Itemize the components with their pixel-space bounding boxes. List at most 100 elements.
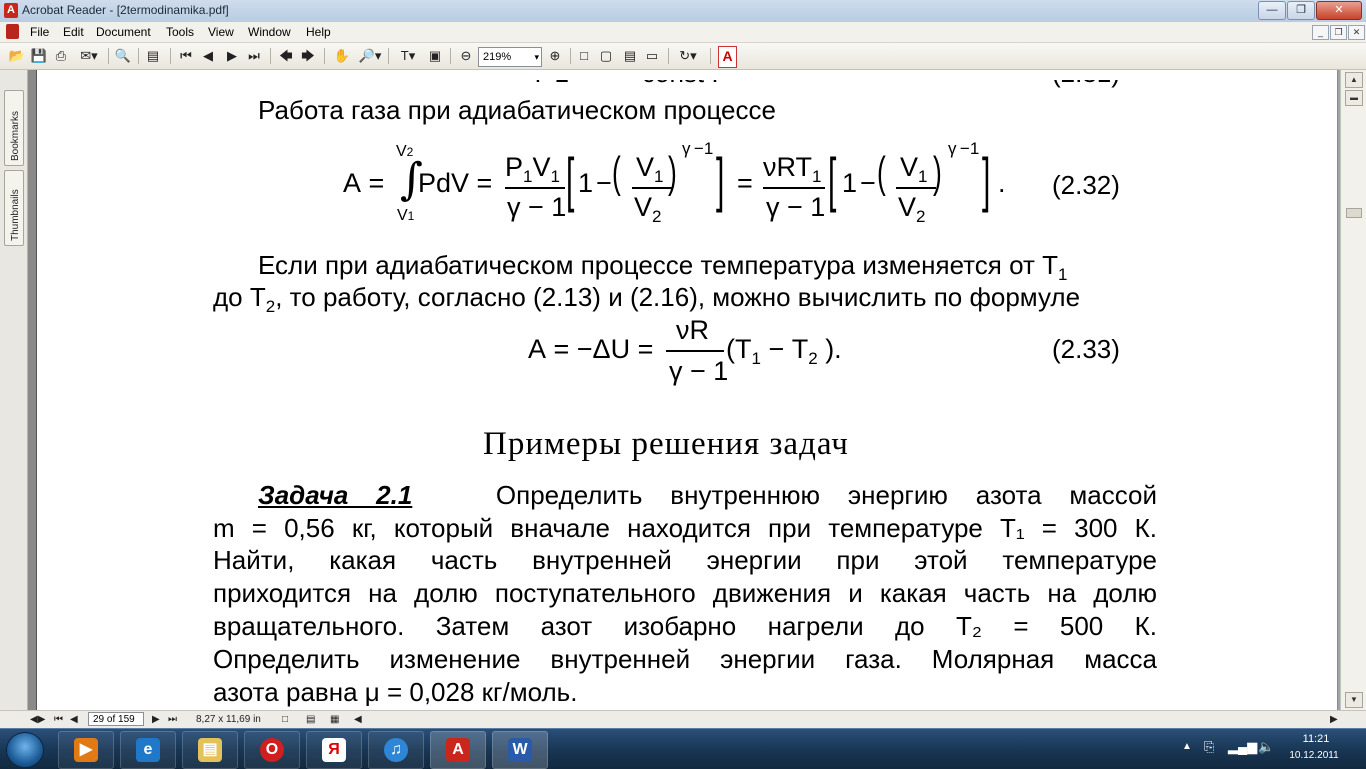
zoom-in-icon[interactable]: ⊕ — [546, 47, 564, 65]
taskbar-opera[interactable]: O — [244, 731, 300, 769]
page-number-field[interactable]: 29 of 159 — [88, 712, 144, 726]
zoom-value: 219% — [483, 51, 512, 63]
fit-page-icon[interactable]: ▢ — [598, 47, 614, 65]
open-icon[interactable]: 📂 — [8, 47, 26, 65]
navigation-pane-icon[interactable]: ▤ — [144, 47, 162, 65]
task-line: вращательного. Затем азот изобарно нагре… — [213, 611, 1157, 641]
rotate-view-icon[interactable]: ↻▾ — [674, 47, 702, 65]
volume-icon[interactable]: 🔈 — [1258, 739, 1274, 755]
zoom-out-icon[interactable]: ⊖ — [458, 47, 474, 65]
equation-number-233: (2.33) — [1052, 334, 1120, 364]
word-icon: W — [508, 738, 532, 762]
vertical-scrollbar[interactable]: ▲ ▬ ▼ — [1340, 70, 1366, 710]
text-select-icon[interactable]: T▾ — [394, 47, 422, 65]
task-line: m = 0,56 кг, который вначале находится п… — [213, 513, 1157, 543]
ie-icon: e — [136, 738, 160, 762]
previous-page-icon[interactable]: ◀ — [200, 47, 216, 65]
system-tray: ▲ ⎘ ▂▄▆ 🔈 — [1168, 729, 1366, 769]
taskbar-acrobat[interactable]: A — [430, 731, 486, 769]
menu-window[interactable]: Window — [248, 25, 291, 39]
show-hidden-icons[interactable]: ▲ — [1182, 741, 1192, 752]
zoom-tool-icon[interactable]: 🔎▾ — [356, 47, 384, 65]
menu-tools[interactable]: Tools — [166, 25, 194, 39]
paragraph-text: , то работу, согласно (2.13) и (2.16), м… — [275, 282, 1081, 312]
back-icon[interactable]: 🡄 — [278, 47, 294, 65]
scroll-up-button[interactable]: ▲ — [1345, 72, 1363, 88]
itunes-icon: ♫ — [384, 738, 408, 762]
taskbar-ie[interactable]: e — [120, 731, 176, 769]
network-icon[interactable]: ▂▄▆ — [1228, 739, 1257, 755]
safely-remove-icon[interactable]: ⎘ — [1204, 739, 1214, 755]
next-page-icon[interactable]: ▶ — [224, 47, 240, 65]
taskbar-itunes[interactable]: ♫ — [368, 731, 424, 769]
paragraph-line: Если при адиабатическом процессе темпера… — [258, 250, 1067, 285]
doc-restore-button[interactable]: ❐ — [1330, 25, 1347, 40]
next-page-button[interactable]: ▶ — [152, 713, 160, 727]
acrobat-app-icon[interactable]: A — [4, 3, 18, 18]
taskbar-yandex[interactable]: Я — [306, 731, 362, 769]
clock-date[interactable]: 10.12.2011 — [1282, 750, 1346, 761]
last-page-icon[interactable]: ⏭ — [246, 47, 262, 65]
first-page-button[interactable]: ⏮ — [54, 713, 63, 727]
scroll-left-button[interactable]: ◀ — [354, 713, 362, 727]
task-line: азота равна μ = 0,028 кг/моль. — [213, 677, 578, 707]
continuous-icon[interactable]: ▤ — [306, 713, 315, 727]
print-icon[interactable]: ⎙ — [52, 47, 70, 65]
window-title: Acrobat Reader - [2termodinamika.pdf] — [22, 3, 229, 17]
zoom-select[interactable]: 219% ▾ — [478, 47, 542, 67]
taskbar-explorer[interactable]: ▤ — [182, 731, 238, 769]
document-icon[interactable] — [6, 24, 19, 39]
fit-width-icon[interactable]: ▤ — [622, 47, 638, 65]
explorer-icon: ▤ — [198, 738, 222, 762]
first-page-icon[interactable]: ⏮ — [178, 47, 194, 65]
close-button[interactable]: ✕ — [1316, 1, 1362, 20]
save-icon[interactable]: 💾 — [30, 47, 48, 65]
tab-bookmarks[interactable]: Bookmarks — [4, 90, 24, 166]
yandex-icon: Я — [322, 738, 346, 762]
scroll-thumb[interactable] — [1346, 208, 1362, 218]
paragraph-line: до T2, то работу, согласно (2.13) и (2.1… — [213, 282, 1080, 317]
menu-document[interactable]: Document — [96, 25, 151, 39]
split-icon[interactable]: ▬ — [1345, 90, 1363, 106]
menu-help[interactable]: Help — [306, 25, 331, 39]
tab-thumbnails-label: Thumbnails — [10, 189, 21, 241]
actual-size-icon[interactable]: □ — [576, 47, 592, 65]
taskbar: ▶ e ▤ O Я ♫ A W ▲ ⎘ ▂▄▆ 🔈 11:21 10.12.20… — [0, 728, 1366, 769]
taskbar-word[interactable]: W — [492, 731, 548, 769]
menu-edit[interactable]: Edit — [63, 25, 84, 39]
acrobat-icon: A — [446, 738, 470, 762]
section-heading: Примеры решения задач — [483, 426, 849, 462]
find-icon[interactable]: 🔍 — [114, 47, 132, 65]
minimize-button[interactable]: — — [1258, 1, 1286, 20]
snapshot-icon[interactable]: ▣ — [426, 47, 444, 65]
menu-file[interactable]: File — [30, 25, 49, 39]
menu-bar: File Edit Document Tools View Window Hel… — [0, 22, 1366, 43]
clock-time[interactable]: 11:21 — [1296, 733, 1336, 745]
single-page-icon[interactable]: □ — [282, 713, 288, 727]
paragraph-text: Если при адиабатическом процессе темпера… — [258, 250, 1058, 280]
subscript: 2 — [265, 297, 276, 316]
menu-view[interactable]: View — [208, 25, 234, 39]
last-page-button[interactable]: ⏭ — [168, 713, 177, 727]
doc-close-button[interactable]: ✕ — [1348, 25, 1365, 40]
adobe-logo-icon[interactable]: A — [718, 46, 737, 68]
fit-visible-icon[interactable]: ▭ — [644, 47, 660, 65]
restore-button[interactable]: ❐ — [1287, 1, 1315, 20]
doc-minimize-button[interactable]: _ — [1312, 25, 1329, 40]
email-icon[interactable]: ✉▾ — [76, 47, 102, 65]
scroll-right-button[interactable]: ▶ — [1330, 713, 1338, 727]
hand-tool-icon[interactable]: ✋ — [332, 47, 352, 65]
scroll-down-button[interactable]: ▼ — [1345, 692, 1363, 708]
opera-icon: O — [260, 738, 284, 762]
tab-thumbnails[interactable]: Thumbnails — [4, 170, 24, 246]
previous-page-button[interactable]: ◀ — [70, 713, 78, 727]
task-text: Определить внутреннюю энергию азота масс… — [495, 480, 1157, 510]
start-button[interactable] — [6, 732, 44, 768]
task-line: приходится на долю поступательного движе… — [213, 578, 1157, 608]
media-player-icon: ▶ — [74, 738, 98, 762]
nav-toggle-icon[interactable]: ◀▶ — [30, 713, 45, 727]
paragraph-line: Работа газа при адиабатическом процессе — [258, 95, 776, 125]
facing-icon[interactable]: ▦ — [330, 713, 339, 727]
forward-icon[interactable]: 🡆 — [300, 47, 316, 65]
taskbar-media-player[interactable]: ▶ — [58, 731, 114, 769]
